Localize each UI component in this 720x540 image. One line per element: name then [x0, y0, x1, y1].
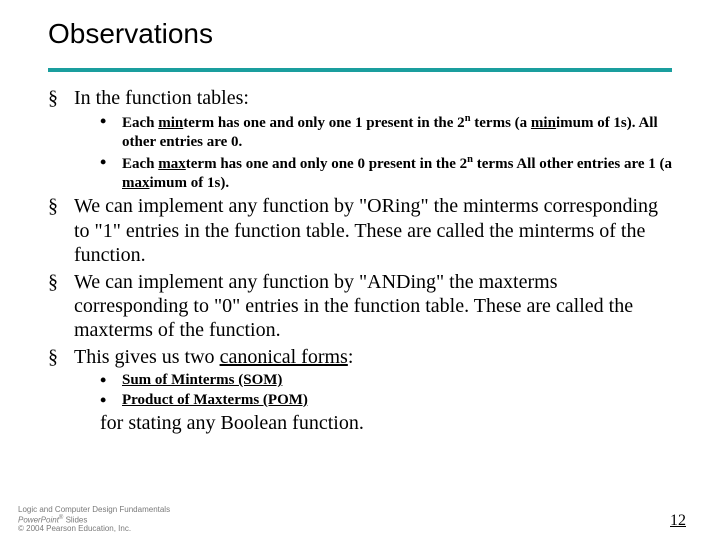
bullet-1: In the function tables: Each minterm has…: [48, 86, 672, 192]
title-rule: [48, 68, 672, 72]
bullet-2-text: We can implement any function by "ORing"…: [74, 195, 658, 266]
bullet-1-sub-1: Each minterm has one and only one 1 pres…: [100, 112, 672, 152]
bullet-1-sub-2: Each maxterm has one and only one 0 pres…: [100, 153, 672, 193]
footer-line-3: © 2004 Pearson Education, Inc.: [18, 525, 170, 534]
bullet-1-sublist: Each minterm has one and only one 1 pres…: [74, 112, 672, 192]
bullet-3: We can implement any function by "ANDing…: [48, 270, 672, 343]
page-number: 12: [670, 512, 686, 530]
bullet-4: This gives us two canonical forms: Sum o…: [48, 345, 672, 410]
bullet-4-sub-2: Product of Maxterms (POM): [100, 391, 672, 410]
trailing-text: for stating any Boolean function.: [48, 412, 672, 435]
bullet-3-text: We can implement any function by "ANDing…: [74, 271, 633, 342]
bullet-2: We can implement any function by "ORing"…: [48, 194, 672, 267]
bullet-list: In the function tables: Each minterm has…: [48, 86, 672, 410]
bullet-1-text: In the function tables:: [74, 87, 249, 109]
bullet-4-sublist: Sum of Minterms (SOM) Product of Maxterm…: [74, 371, 672, 410]
slide: Observations In the function tables: Eac…: [0, 0, 720, 435]
slide-title: Observations: [48, 18, 672, 50]
footer-line-1: Logic and Computer Design Fundamentals: [18, 506, 170, 515]
bullet-4-sub-1: Sum of Minterms (SOM): [100, 371, 672, 390]
footer: Logic and Computer Design Fundamentals P…: [18, 506, 170, 534]
